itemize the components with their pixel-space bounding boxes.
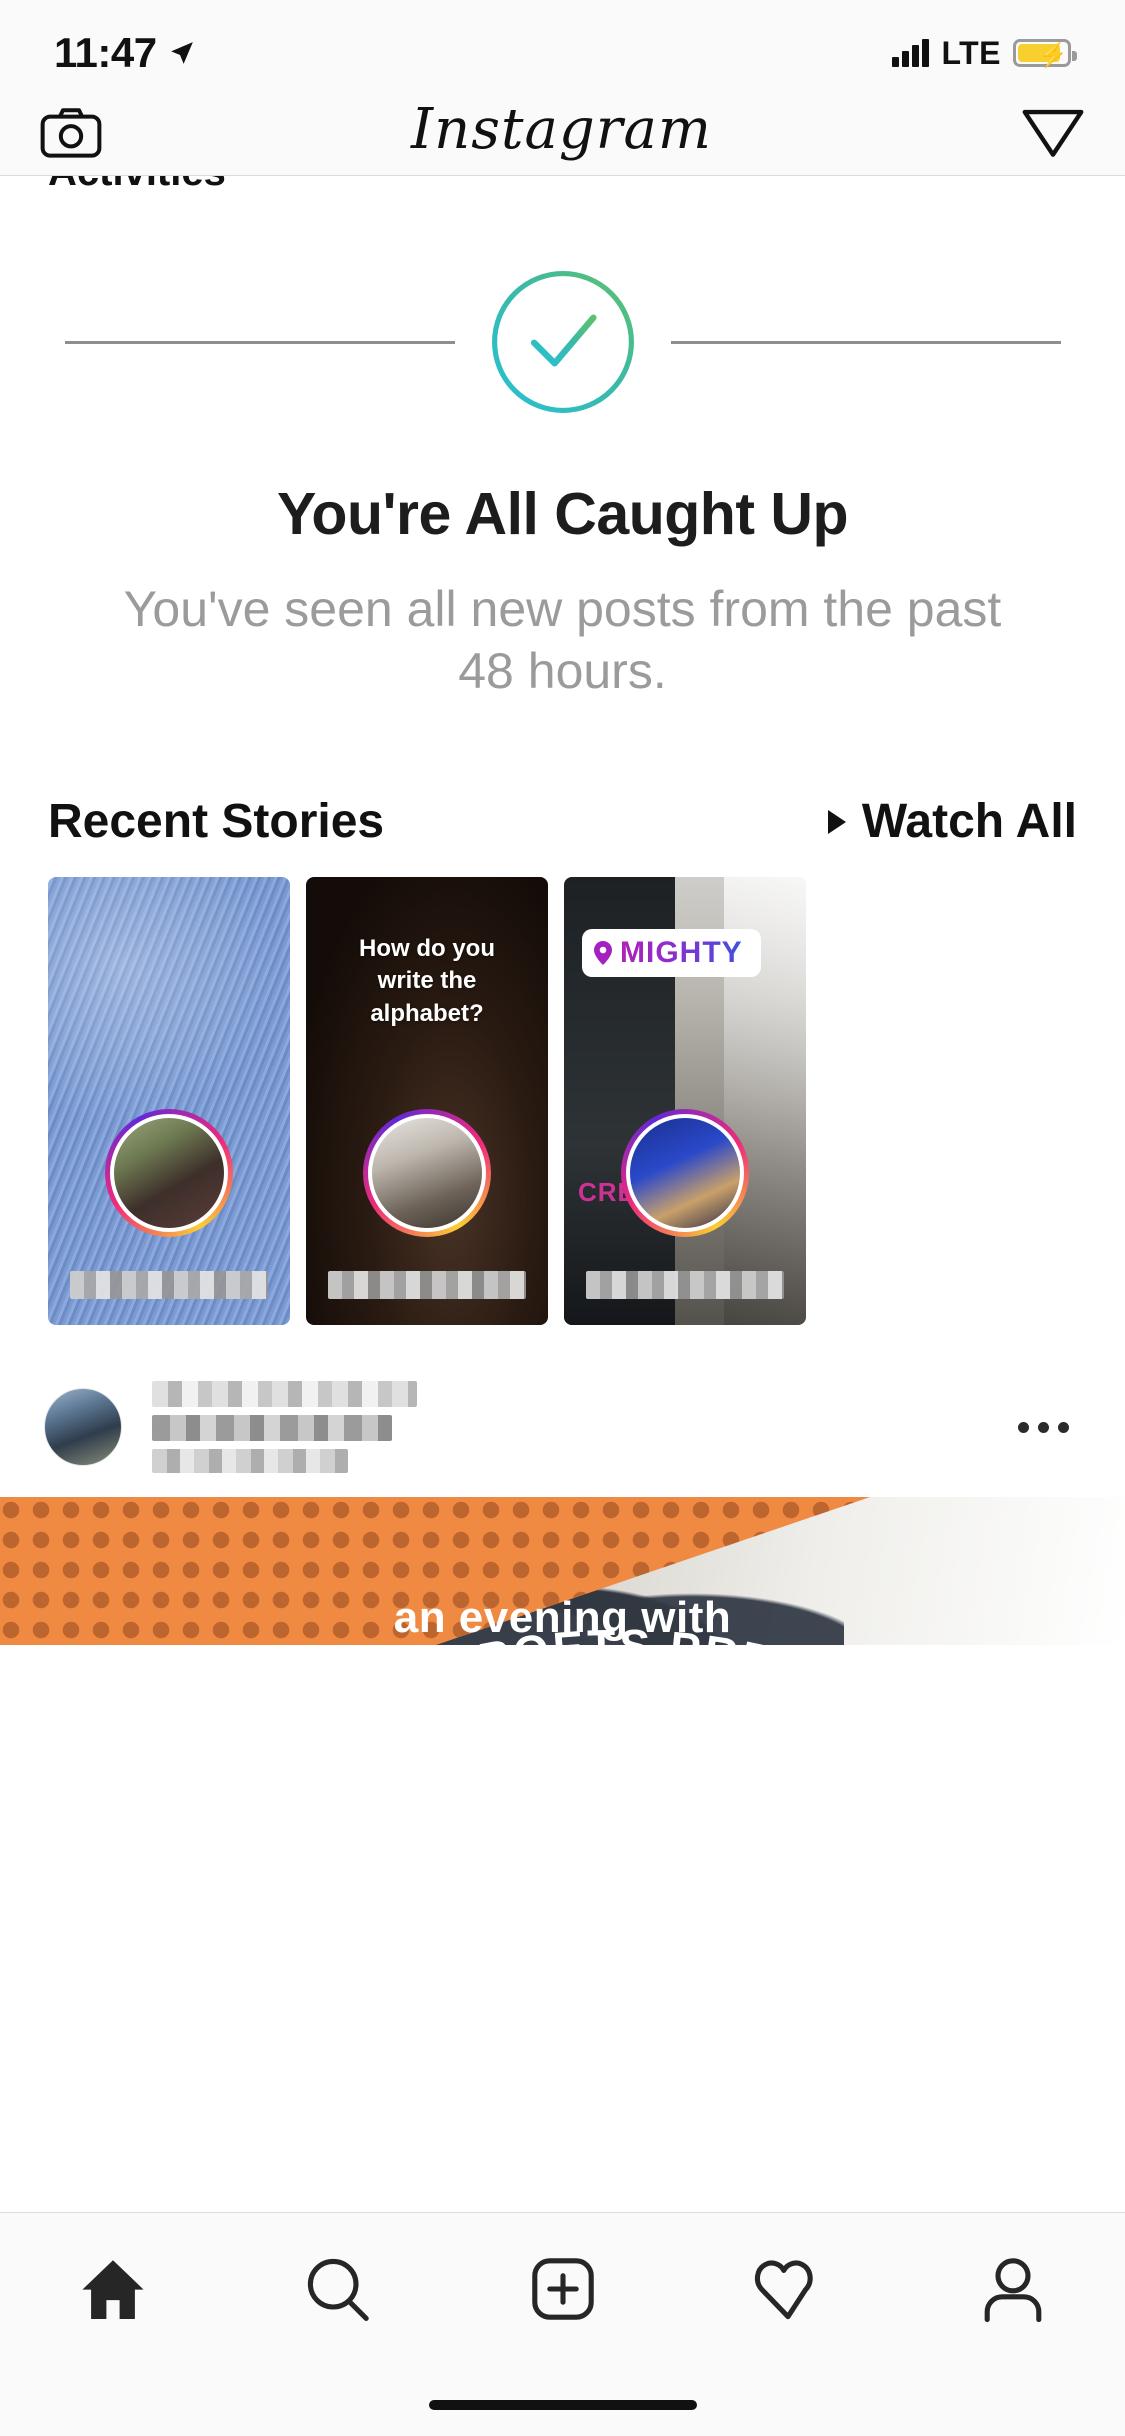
divider-right [670,340,1061,344]
app-header: Instagram [0,88,1125,176]
recent-stories-header: Recent Stories Watch All [0,794,1125,849]
home-indicator-bar [428,2400,697,2410]
story-overlay-text: How do you write the alphabet? [359,935,495,1027]
search-icon [307,2258,369,2321]
avatar[interactable] [44,1388,122,1466]
battery-charging-icon: ⚡ [1013,39,1077,69]
clipped-section-label: Activities [48,176,226,195]
tab-search[interactable] [278,2241,398,2337]
plus-square-icon [531,2258,594,2320]
caught-up-divider-row [0,266,1125,418]
story-card[interactable]: How do you write the alphabet? [306,877,548,1325]
bottom-tab-bar [0,2212,1125,2436]
status-time: 11:47 [54,29,157,76]
caught-up-section: You're All Caught Up You've seen all new… [0,200,1125,702]
tab-profile[interactable] [953,2241,1073,2337]
banner-subhead: an evening with [393,1593,732,1642]
post-header [0,1357,1125,1497]
avatar [363,1109,491,1237]
status-bar-left: 11:47 [54,29,195,77]
story-username-blurred [586,1271,784,1299]
page-title: Instagram [411,96,712,162]
clipped-section-header: Activities [0,176,1125,200]
more-options-icon[interactable] [1018,1421,1081,1433]
cellular-signal-icon [892,39,930,67]
story-card[interactable] [48,877,290,1325]
location-pin-icon [594,941,612,965]
post-image[interactable]: STREET POETS PRESENTS an evening with [0,1497,1125,1645]
camera-icon[interactable] [40,106,102,158]
location-sticker-label: MIGHTY [620,936,743,969]
person-icon [984,2258,1041,2323]
ios-status-bar: 11:47 LTE ⚡ [0,0,1125,88]
caught-up-title: You're All Caught Up [276,481,849,547]
recent-stories-rail[interactable]: How do you write the alphabet? MIGHTY CR… [0,849,1125,1325]
status-badge: MIGHTY [582,929,761,977]
location-arrow-icon [170,42,193,64]
tab-activity[interactable] [728,2241,848,2337]
network-type-label: LTE [941,34,1001,71]
story-username-blurred [328,1271,526,1299]
post-username-blurred[interactable] [152,1381,1018,1473]
divider-left [64,340,455,344]
home-icon [81,2260,144,2319]
instagram-feed-screen: 11:47 LTE ⚡ Instagram Activities [0,0,1125,2436]
tab-new-post[interactable] [503,2241,623,2337]
watch-all-button[interactable]: Watch All [827,794,1077,849]
recent-stories-title: Recent Stories [48,795,385,848]
check-circle-icon [487,266,639,418]
watch-all-label: Watch All [861,795,1077,848]
tab-home[interactable] [53,2241,173,2337]
caught-up-subtitle: You've seen all new posts from the past … [123,581,1002,699]
feed-scroll-area[interactable]: Activities [0,176,1125,2212]
status-bar-right: LTE ⚡ [892,34,1077,72]
story-card[interactable]: MIGHTY CREAT [564,877,806,1325]
heart-icon [754,2260,813,2320]
avatar [105,1109,233,1237]
story-username-blurred [70,1271,268,1299]
avatar [621,1109,749,1237]
send-paper-plane-icon[interactable] [1021,104,1085,160]
play-triangle-icon [827,809,846,834]
